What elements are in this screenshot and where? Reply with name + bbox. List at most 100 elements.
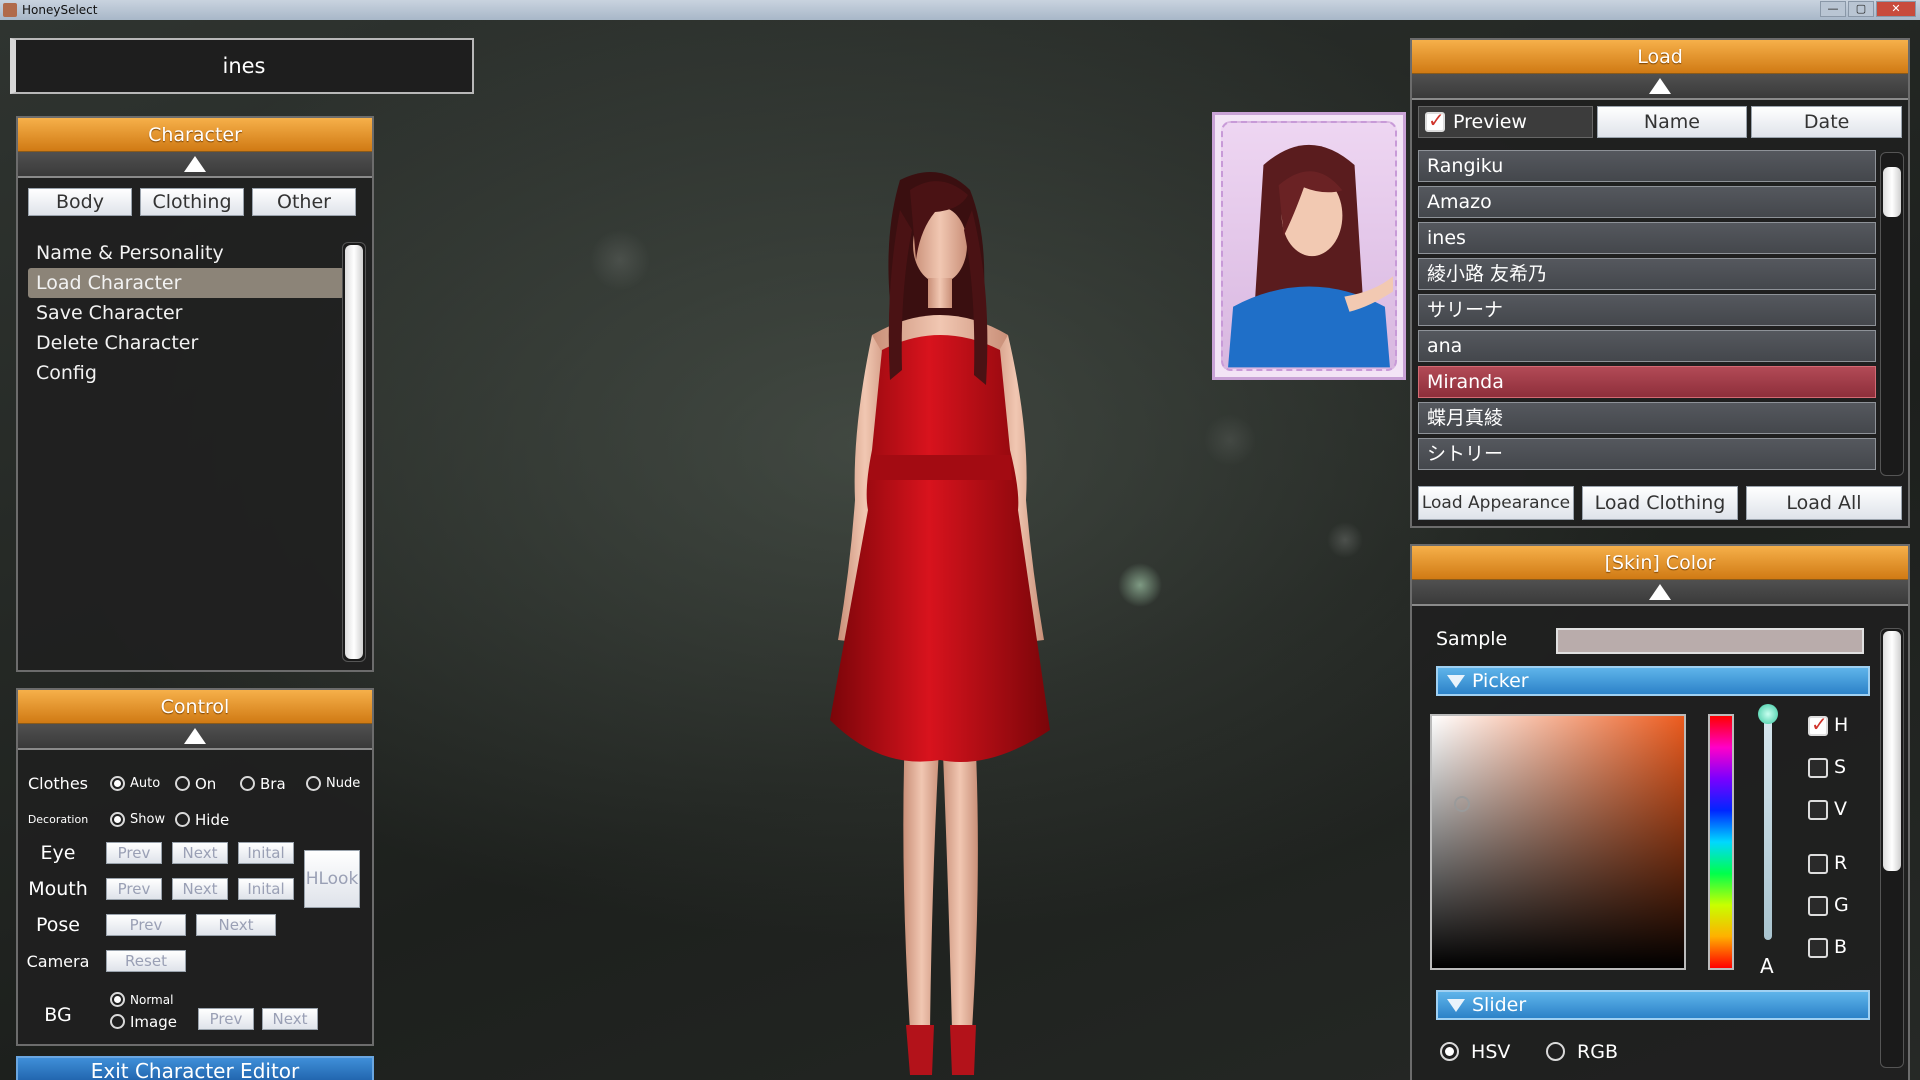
- sort-by-date-button[interactable]: Date: [1751, 106, 1902, 138]
- sort-by-name-button[interactable]: Name: [1596, 106, 1748, 138]
- preview-toggle[interactable]: Preview: [1418, 106, 1593, 138]
- tab-body[interactable]: Body: [28, 188, 132, 216]
- clothes-nude-option[interactable]: Nude: [306, 774, 360, 792]
- app-icon: [3, 3, 17, 17]
- picker-cursor[interactable]: [1454, 796, 1470, 812]
- checkbox-icon[interactable]: [1808, 712, 1828, 736]
- load-actions: Load Appearance Load Clothing Load All: [1418, 486, 1902, 520]
- scrollbar-thumb[interactable]: [1883, 631, 1901, 871]
- close-button[interactable]: ✕: [1876, 1, 1916, 17]
- load-panel-title: Load: [1412, 40, 1908, 74]
- saturation-value-picker[interactable]: [1430, 714, 1686, 970]
- alpha-slider-knob[interactable]: [1758, 704, 1778, 724]
- bg-prev-button[interactable]: Prev: [198, 1008, 254, 1030]
- character-panel-title: Character: [18, 118, 372, 152]
- character-model[interactable]: [760, 170, 1120, 1080]
- list-item[interactable]: Amazo: [1418, 186, 1876, 218]
- channel-b-toggle[interactable]: B: [1808, 936, 1847, 958]
- exit-character-editor-button[interactable]: Exit Character Editor: [16, 1056, 374, 1080]
- bg-image-option[interactable]: Image: [110, 1012, 177, 1031]
- eye-initial-button[interactable]: Inital: [238, 842, 294, 864]
- list-item[interactable]: ines: [1418, 222, 1876, 254]
- mouth-next-button[interactable]: Next: [172, 878, 228, 900]
- list-item[interactable]: サリーナ: [1418, 294, 1876, 326]
- slider-mode-rgb-option[interactable]: RGB: [1546, 1040, 1618, 1063]
- scrollbar-thumb[interactable]: [345, 245, 363, 659]
- picker-section-header[interactable]: Picker: [1436, 666, 1870, 696]
- menu-item-config[interactable]: Config: [28, 358, 344, 388]
- bg-label: BG: [44, 1004, 72, 1026]
- scrollbar-thumb[interactable]: [1883, 167, 1901, 217]
- decoration-show-option[interactable]: Show: [110, 810, 165, 828]
- preview-checkbox[interactable]: [1425, 108, 1445, 132]
- character-preview-card: [1212, 112, 1406, 380]
- channel-r-toggle[interactable]: R: [1808, 852, 1847, 874]
- menu-item-delete-character[interactable]: Delete Character: [28, 328, 344, 358]
- minimize-button[interactable]: —: [1820, 1, 1846, 17]
- decoration-hide-option[interactable]: Hide: [175, 810, 229, 829]
- decoration-label: Decoration: [27, 813, 89, 826]
- decoration-row: Decoration Show Hide: [18, 808, 372, 832]
- radio-icon: [306, 776, 321, 791]
- list-item[interactable]: 蝶月真綾: [1418, 402, 1876, 434]
- eye-next-button[interactable]: Next: [172, 842, 228, 864]
- clothes-label: Clothes: [28, 774, 88, 793]
- channel-s-toggle[interactable]: S: [1808, 756, 1846, 778]
- eye-prev-button[interactable]: Prev: [106, 842, 162, 864]
- menu-item-name-personality[interactable]: Name & Personality: [28, 238, 344, 268]
- list-item[interactable]: Rangiku: [1418, 150, 1876, 182]
- list-item[interactable]: シトリー: [1418, 438, 1876, 470]
- clothes-on-option[interactable]: On: [175, 774, 216, 793]
- checkbox-icon[interactable]: [1808, 937, 1828, 958]
- clothes-auto-option[interactable]: Auto: [110, 774, 160, 792]
- list-item[interactable]: 綾小路 友希乃: [1418, 258, 1876, 290]
- channel-v-toggle[interactable]: V: [1808, 798, 1847, 820]
- hue-slider[interactable]: [1708, 714, 1734, 970]
- load-clothing-button[interactable]: Load Clothing: [1582, 486, 1738, 520]
- checkbox-icon[interactable]: [1808, 895, 1828, 916]
- mouth-prev-button[interactable]: Prev: [106, 878, 162, 900]
- menu-item-load-character[interactable]: Load Character: [28, 268, 344, 298]
- alpha-slider-track[interactable]: [1764, 716, 1772, 940]
- load-panel-collapse[interactable]: [1412, 74, 1908, 100]
- load-all-button[interactable]: Load All: [1746, 486, 1902, 520]
- checkbox-icon[interactable]: [1808, 853, 1828, 874]
- character-panel-collapse[interactable]: [18, 152, 372, 178]
- pose-prev-button[interactable]: Prev: [106, 914, 186, 936]
- skin-color-panel-title: [Skin] Color: [1412, 546, 1908, 580]
- mouth-initial-button[interactable]: Inital: [238, 878, 294, 900]
- tab-other[interactable]: Other: [252, 188, 356, 216]
- maximize-button[interactable]: ▢: [1848, 1, 1874, 17]
- menu-item-save-character[interactable]: Save Character: [28, 298, 344, 328]
- collapse-up-icon: [184, 156, 206, 172]
- channel-h-toggle[interactable]: H: [1808, 712, 1848, 736]
- bg-row: BG Normal Image Prev Next: [18, 990, 372, 1040]
- list-item[interactable]: ana: [1418, 330, 1876, 362]
- camera-label: Camera: [26, 952, 90, 971]
- checkbox-icon[interactable]: [1808, 799, 1828, 820]
- clothes-bra-option[interactable]: Bra: [240, 774, 286, 793]
- radio-icon: [110, 812, 125, 827]
- tab-clothing[interactable]: Clothing: [140, 188, 244, 216]
- skin-color-panel-collapse[interactable]: [1412, 580, 1908, 606]
- character-menu-scrollbar[interactable]: [342, 242, 366, 662]
- bg-next-button[interactable]: Next: [262, 1008, 318, 1030]
- channel-g-toggle[interactable]: G: [1808, 894, 1849, 916]
- load-toolbar: Preview Name Date: [1412, 100, 1908, 140]
- color-panel-scrollbar[interactable]: [1880, 628, 1904, 1068]
- control-panel-title: Control: [18, 690, 372, 724]
- expand-down-icon: [1447, 675, 1465, 688]
- pose-next-button[interactable]: Next: [196, 914, 276, 936]
- camera-reset-button[interactable]: Reset: [106, 950, 186, 972]
- load-appearance-button[interactable]: Load Appearance: [1418, 486, 1574, 520]
- left-shoe: [906, 1025, 934, 1075]
- character-list-scrollbar[interactable]: [1880, 152, 1904, 476]
- character-list: Rangiku Amazo ines 綾小路 友希乃 サリーナ ana Mira…: [1418, 150, 1876, 474]
- checkbox-icon[interactable]: [1808, 757, 1828, 778]
- slider-section-header[interactable]: Slider: [1436, 990, 1870, 1020]
- list-item-selected[interactable]: Miranda: [1418, 366, 1876, 398]
- slider-mode-hsv-option[interactable]: HSV: [1440, 1040, 1510, 1063]
- bg-normal-option[interactable]: Normal: [110, 990, 173, 1008]
- control-panel-collapse[interactable]: [18, 724, 372, 750]
- window-controls: — ▢ ✕: [1820, 0, 1916, 17]
